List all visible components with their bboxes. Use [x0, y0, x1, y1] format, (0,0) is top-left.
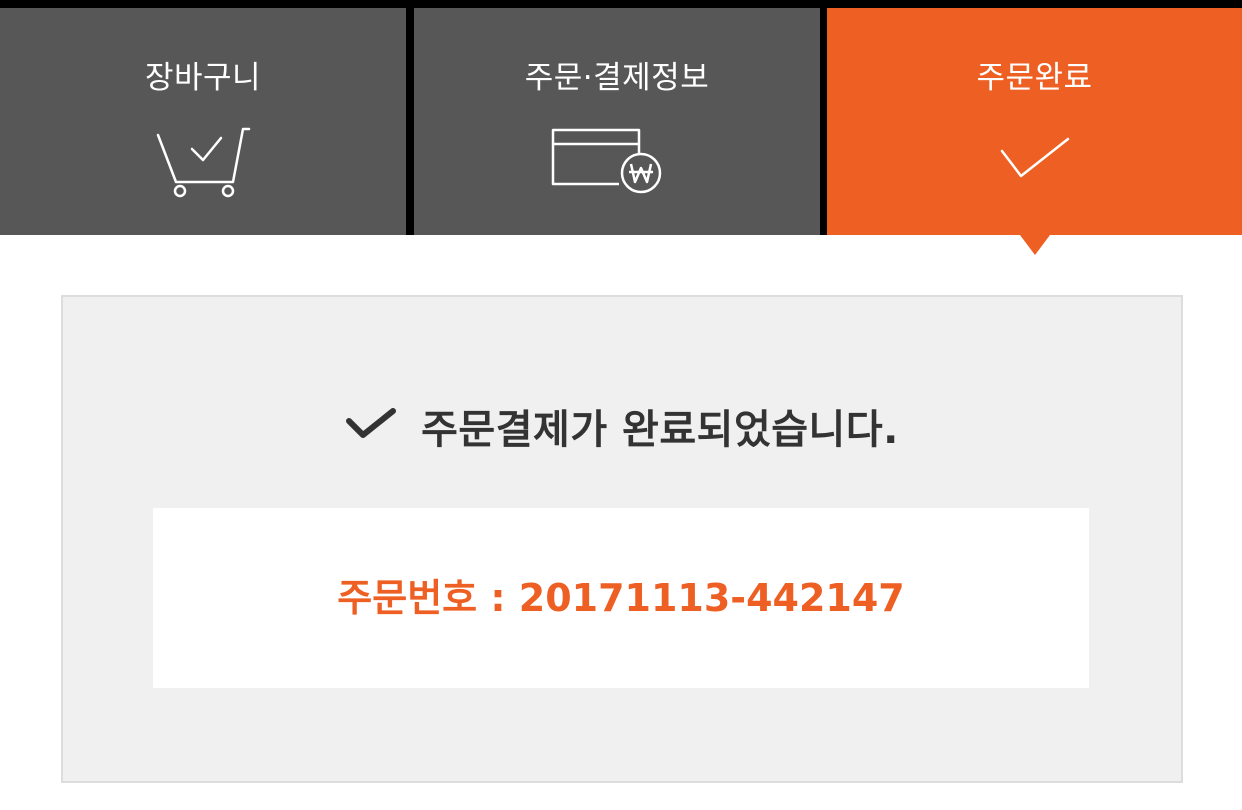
step-order-complete: 주문완료	[827, 8, 1242, 235]
step-cart: 장바구니	[0, 8, 406, 235]
cart-check-icon	[155, 124, 251, 206]
check-icon	[345, 407, 397, 445]
order-number: 주문번호 : 20171113-442147	[337, 576, 905, 620]
step-order-complete-label: 주문완료	[976, 60, 1093, 96]
check-icon	[999, 136, 1071, 186]
order-number-card: 주문번호 : 20171113-442147	[153, 508, 1089, 688]
order-progress-steps: 장바구니 주문·결제정보 주문완료	[0, 0, 1242, 235]
card-won-icon	[549, 124, 669, 198]
step-payment-info: 주문·결제정보	[414, 8, 820, 235]
active-step-pointer	[1020, 235, 1050, 255]
complete-message-row: 주문결제가 완료되었습니다.	[63, 397, 1181, 453]
order-complete-page: 장바구니 주문·결제정보 주문완료 주문결제가 완료되었습니다. 주문번호: …	[0, 0, 1242, 810]
complete-message: 주문결제가 완료되었습니다.	[421, 407, 899, 453]
step-cart-label: 장바구니	[144, 60, 262, 96]
order-complete-panel: 주문결제가 완료되었습니다. 주문번호 : 20171113-442147	[61, 295, 1183, 783]
step-payment-info-label: 주문·결제정보	[524, 60, 710, 96]
